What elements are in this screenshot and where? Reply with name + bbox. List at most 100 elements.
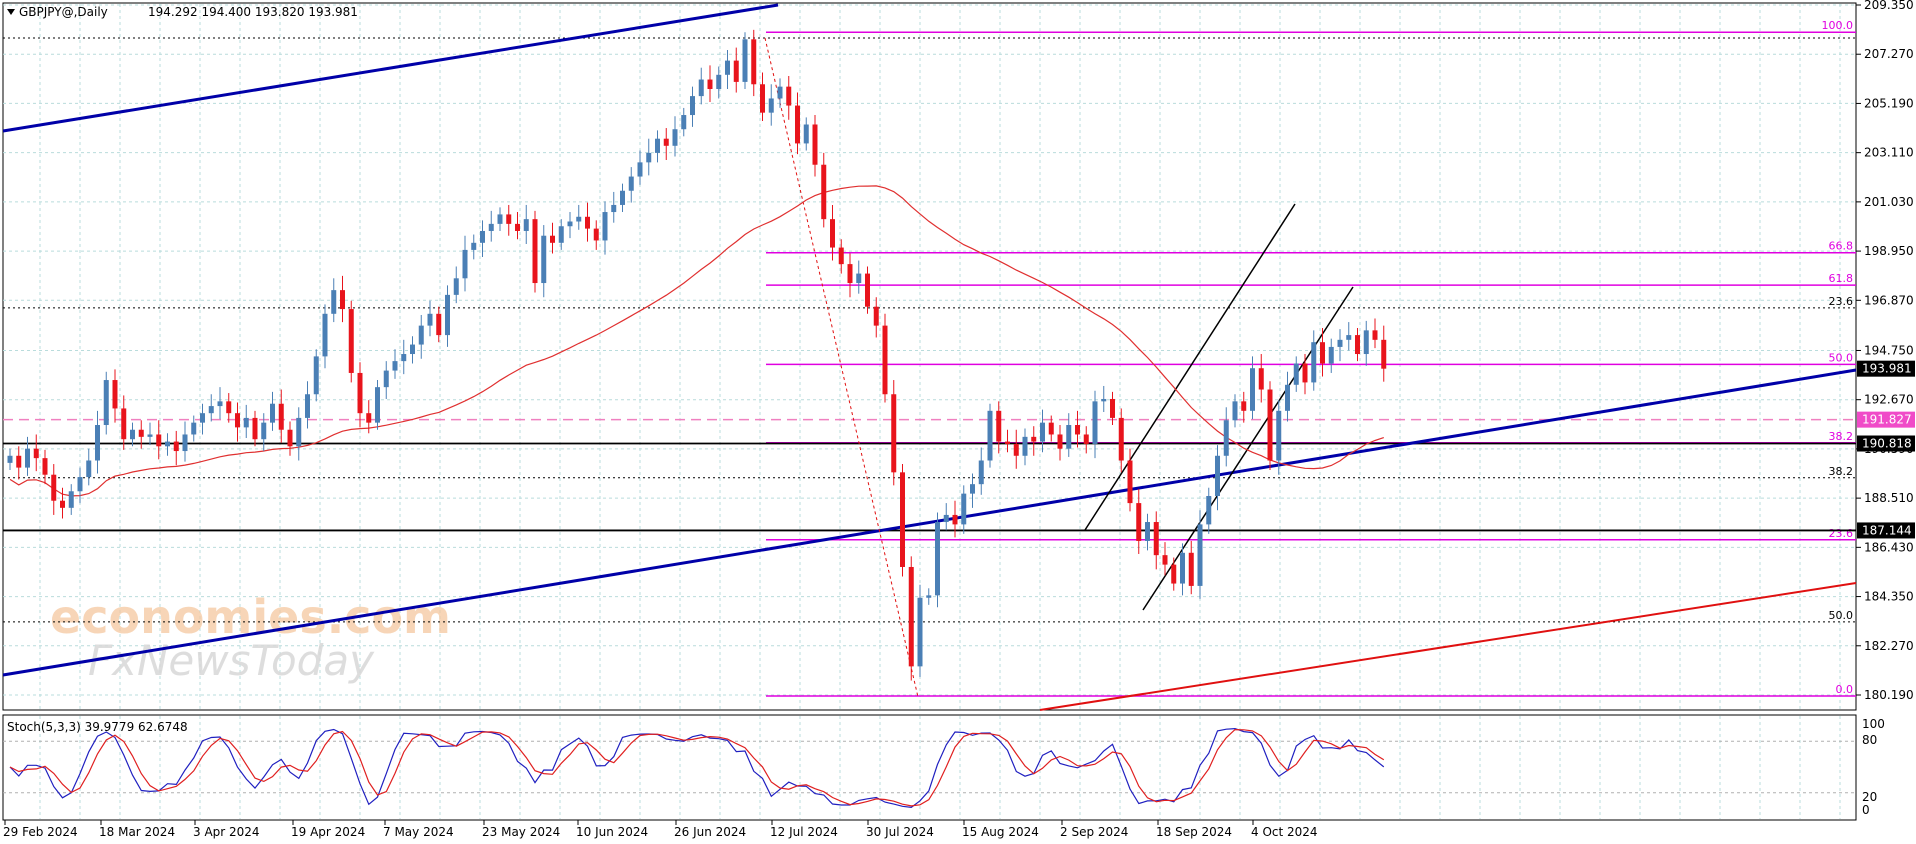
candle-body — [497, 214, 503, 224]
candle-body — [1285, 384, 1290, 411]
candle-body — [663, 138, 669, 146]
candle-body — [550, 235, 555, 243]
candle-body — [908, 566, 914, 667]
price-tick-label: 207.270 — [1864, 47, 1914, 61]
candle-body — [1040, 422, 1045, 442]
candle-body — [296, 417, 302, 447]
candle-body — [130, 429, 135, 440]
candle-body — [917, 597, 923, 667]
time-tick-label: 2 Sep 2024 — [1060, 825, 1128, 839]
candle-body — [1328, 346, 1334, 364]
candle-body — [366, 413, 372, 423]
candle-body — [672, 129, 678, 146]
time-tick-label: 26 Jun 2024 — [674, 825, 746, 839]
candle-body — [226, 401, 232, 414]
candle-body — [768, 98, 774, 113]
candle-body — [926, 595, 932, 598]
candle-body — [217, 401, 223, 407]
ohlc-label: 194.292 194.400 193.820 193.981 — [148, 5, 358, 19]
candle-body — [1311, 342, 1317, 383]
candle-body — [322, 313, 328, 357]
candle-body — [1372, 330, 1378, 340]
candle-body — [515, 223, 520, 231]
candle-body — [655, 138, 660, 153]
candle-body — [1162, 555, 1168, 565]
candle-body — [760, 84, 765, 113]
candle-body — [593, 228, 599, 241]
candle-body — [313, 356, 319, 395]
fib-level-label: 66.8 — [1829, 240, 1854, 253]
candle-body — [375, 387, 380, 423]
candle-body — [558, 226, 564, 243]
price-label-text: 193.981 — [1862, 362, 1912, 376]
time-tick-label: 7 May 2024 — [383, 825, 454, 839]
candle-body — [1320, 342, 1325, 364]
candle — [532, 210, 538, 293]
candle-body — [418, 325, 424, 345]
candle-body — [865, 273, 870, 307]
candle-body — [1136, 503, 1142, 541]
candle-body — [1223, 420, 1229, 456]
price-tick-label: 196.870 — [1864, 293, 1914, 307]
candle-body — [1337, 339, 1343, 347]
candle-body — [7, 455, 13, 463]
candle-body — [165, 441, 170, 447]
time-tick-label: 15 Aug 2024 — [962, 825, 1039, 839]
candle-body — [786, 86, 792, 106]
candle-body — [147, 434, 153, 437]
candle-body — [1188, 552, 1194, 586]
candle-body — [900, 472, 905, 567]
candle-body — [436, 313, 442, 336]
candle-body — [1250, 368, 1255, 411]
candle-body — [935, 522, 940, 596]
candle-body — [51, 474, 57, 501]
candle-body — [1127, 460, 1133, 504]
candle-body — [208, 406, 214, 414]
candle-body — [830, 219, 835, 248]
candle-body — [637, 162, 643, 177]
candle-body — [838, 247, 844, 265]
candle-body — [803, 124, 809, 144]
candle-body — [873, 306, 879, 326]
time-tick-label: 23 May 2024 — [482, 825, 560, 839]
price-label-text: 190.818 — [1862, 437, 1912, 451]
time-tick-label: 18 Mar 2024 — [99, 825, 175, 839]
candle-body — [1013, 443, 1019, 456]
candle-body — [243, 417, 249, 428]
candle-body — [812, 124, 818, 165]
dotted-fib-label: 23.6 — [1829, 295, 1854, 308]
candle-body — [471, 242, 477, 250]
candle-body — [182, 434, 188, 452]
candle-body — [716, 74, 722, 90]
candle-body — [970, 484, 975, 494]
price-tick-label: 182.270 — [1864, 639, 1914, 653]
candle — [313, 349, 319, 402]
candle-body — [646, 152, 652, 163]
time-tick-label: 4 Oct 2024 — [1251, 825, 1318, 839]
candle-body — [585, 216, 590, 229]
price-label-text: 187.144 — [1862, 523, 1912, 537]
candle-body — [445, 294, 450, 336]
candle — [900, 464, 905, 577]
stoch-axis-label: 20 — [1862, 790, 1877, 804]
candle-body — [68, 491, 74, 508]
time-tick-label: 19 Apr 2024 — [291, 825, 365, 839]
time-tick-label: 18 Sep 2024 — [1156, 825, 1232, 839]
stoch-axis-label: 0 — [1862, 803, 1870, 817]
candle-body — [856, 273, 862, 284]
candle-body — [523, 219, 529, 231]
candle-body — [1171, 564, 1177, 584]
candle-body — [191, 422, 197, 435]
candle-body — [1075, 425, 1080, 435]
candle-body — [33, 448, 39, 459]
candle-body — [1153, 522, 1159, 556]
candle — [375, 380, 380, 430]
time-tick-label: 3 Apr 2024 — [193, 825, 260, 839]
chart-header: GBPJPY@,Daily 194.292 194.400 193.820 19… — [7, 5, 358, 19]
stoch-axis-label: 80 — [1862, 733, 1877, 747]
candle-body — [1180, 552, 1185, 584]
fib-level-label: 0.0 — [1836, 683, 1854, 696]
candle-body — [287, 429, 293, 447]
candle-body — [121, 408, 127, 440]
price-tick-label: 201.030 — [1864, 195, 1914, 209]
